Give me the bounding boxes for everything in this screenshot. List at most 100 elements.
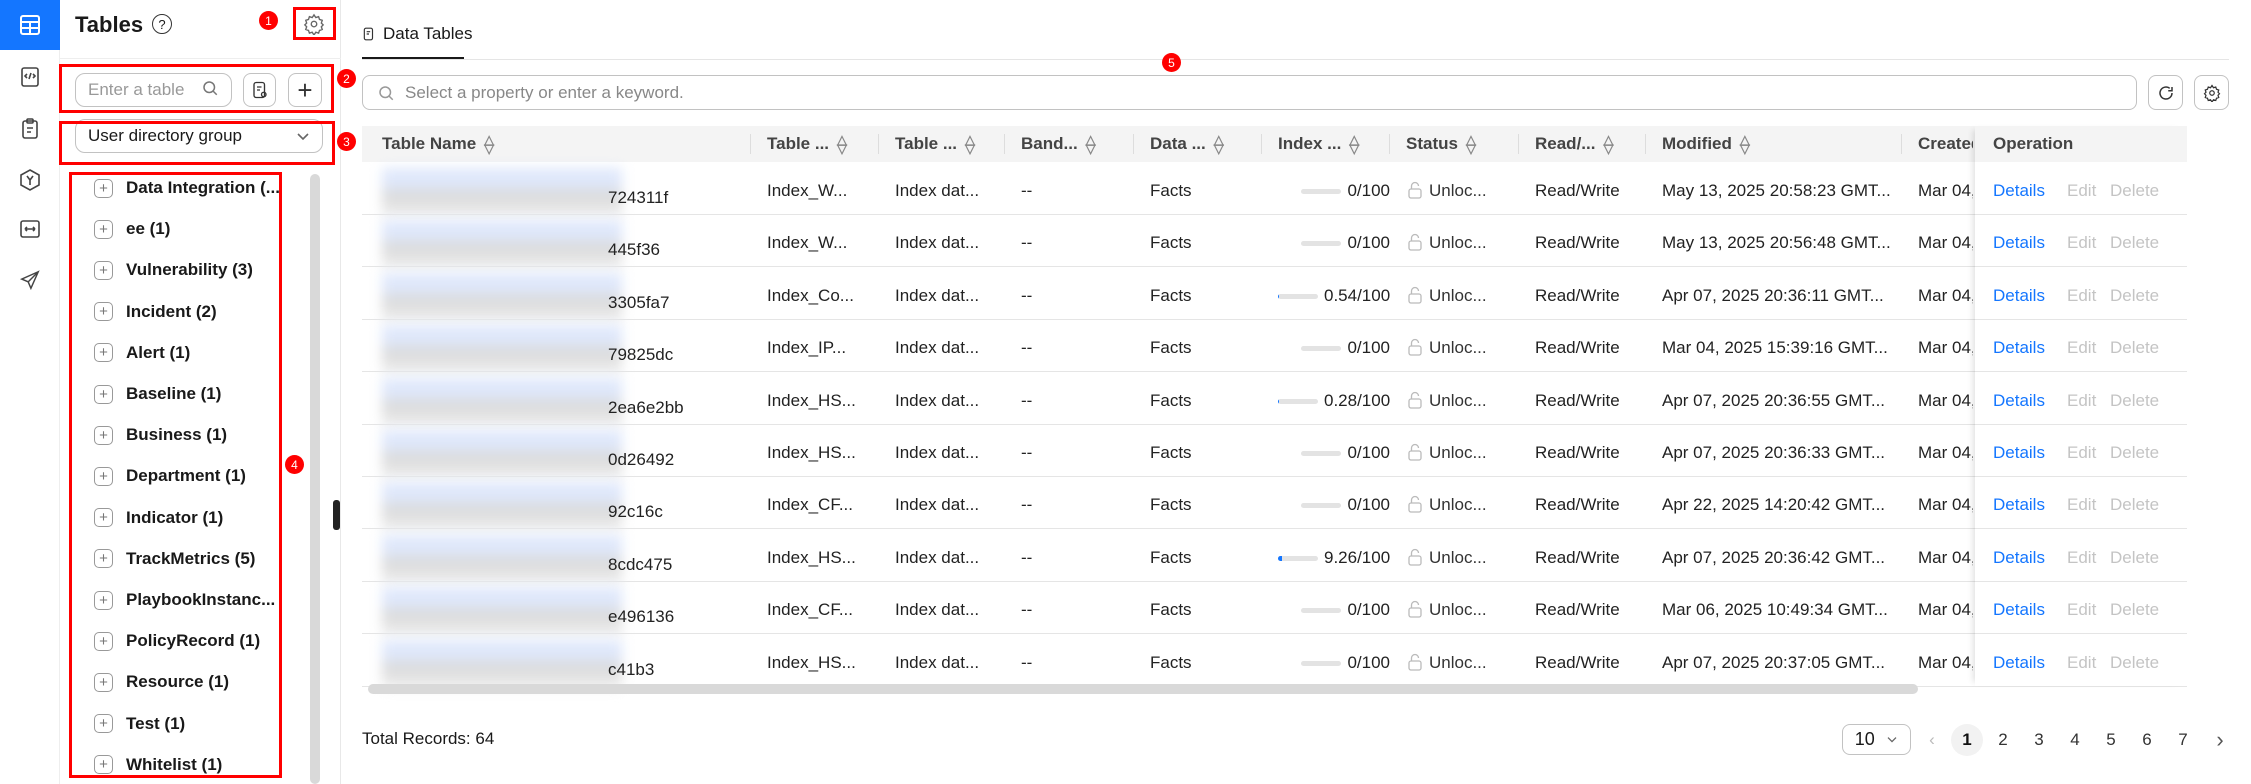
page-2-button[interactable]: 2 bbox=[1987, 724, 2019, 756]
table-horizontal-scrollbar[interactable] bbox=[368, 684, 1918, 694]
created-time: Mar 04, bbox=[1918, 338, 1973, 358]
icon-rail bbox=[0, 0, 60, 784]
column-header-label: Table Name bbox=[382, 134, 477, 153]
index-value: 0.28/100 bbox=[1324, 390, 1391, 410]
next-page-button[interactable]: › bbox=[2204, 724, 2236, 756]
table-name-suffix[interactable]: 92c16c bbox=[608, 502, 663, 522]
sort-icon[interactable]: △ ▽ bbox=[1466, 133, 1476, 155]
created-time: Mar 04, bbox=[1918, 600, 1973, 620]
column-header[interactable]: Created bbox=[1918, 126, 1973, 162]
annotation-badge-3: 3 bbox=[337, 132, 356, 151]
table-name-suffix[interactable]: 724311f bbox=[608, 188, 668, 208]
index-value: 0/100 bbox=[1347, 338, 1390, 358]
table-description: Index dat... bbox=[895, 338, 980, 358]
keyword-search-input[interactable]: Select a property or enter a keyword. bbox=[362, 75, 2137, 110]
blurred-table-name[interactable] bbox=[382, 377, 622, 426]
sort-icon[interactable]: △ ▽ bbox=[965, 133, 975, 155]
column-header[interactable]: Read/... △ ▽ bbox=[1535, 126, 1613, 162]
blurred-table-name[interactable] bbox=[382, 482, 622, 531]
index-value: 0/100 bbox=[1347, 652, 1390, 672]
blurred-table-name[interactable] bbox=[382, 272, 622, 321]
column-header[interactable]: Table ... △ ▽ bbox=[767, 126, 847, 162]
index-progress: 0/100 bbox=[1278, 600, 1390, 620]
sort-icon[interactable]: △ ▽ bbox=[1349, 133, 1359, 155]
code-nav-icon[interactable] bbox=[0, 52, 60, 102]
column-divider bbox=[1004, 134, 1005, 154]
column-header[interactable]: Modified △ ▽ bbox=[1662, 126, 1750, 162]
page-1-button[interactable]: 1 bbox=[1951, 724, 1983, 756]
row-divider bbox=[362, 266, 2187, 268]
column-header[interactable]: Band... △ ▽ bbox=[1021, 126, 1096, 162]
table-type: Index_IP... bbox=[767, 338, 847, 358]
page-size-select[interactable]: 10 bbox=[1842, 724, 1911, 755]
transfer-nav-icon[interactable] bbox=[0, 204, 60, 254]
prev-page-button[interactable]: ‹ bbox=[1916, 724, 1948, 756]
table-name-suffix[interactable]: 79825dc bbox=[608, 345, 673, 365]
unlock-icon bbox=[1408, 653, 1422, 671]
index-progress-bar bbox=[1301, 189, 1342, 195]
blurred-table-name[interactable] bbox=[382, 168, 622, 216]
table-name-suffix[interactable]: e496136 bbox=[608, 607, 674, 627]
unlock-icon bbox=[1408, 601, 1422, 618]
blurred-table-name[interactable] bbox=[382, 587, 622, 636]
table-name-suffix[interactable]: 2ea6e2bb bbox=[608, 398, 684, 418]
status: Unloc... bbox=[1408, 443, 1487, 463]
blurred-table-name[interactable] bbox=[382, 325, 622, 374]
column-header-label: Index ... bbox=[1278, 134, 1342, 153]
table-name-suffix[interactable]: c41b3 bbox=[608, 660, 654, 680]
column-header[interactable]: Table Name △ ▽ bbox=[382, 126, 494, 162]
modified-time: May 13, 2025 20:58:23 GMT... bbox=[1662, 181, 1891, 200]
page-4-button[interactable]: 4 bbox=[2059, 724, 2091, 756]
sort-icon[interactable]: △ ▽ bbox=[1086, 133, 1096, 155]
unlock-icon bbox=[1408, 548, 1422, 566]
table-name-suffix[interactable]: 445f36 bbox=[608, 240, 660, 260]
blurred-table-name[interactable] bbox=[382, 534, 622, 583]
send-nav-icon[interactable] bbox=[0, 255, 60, 305]
page-7-button[interactable]: 7 bbox=[2167, 724, 2199, 756]
refresh-icon bbox=[2158, 85, 2173, 100]
splitter-handle[interactable] bbox=[333, 500, 340, 530]
index-value: 9.26/100 bbox=[1324, 547, 1391, 567]
annotation-box-1 bbox=[293, 7, 336, 40]
page-6-button[interactable]: 6 bbox=[2131, 724, 2163, 756]
column-header[interactable]: Data ... △ ▽ bbox=[1150, 126, 1224, 162]
clipboard-nav-icon[interactable] bbox=[0, 104, 60, 154]
column-header[interactable]: Status △ ▽ bbox=[1406, 126, 1476, 162]
refresh-button[interactable] bbox=[2148, 75, 2183, 110]
column-header-label: Table ... bbox=[767, 134, 830, 153]
sort-icon[interactable]: △ ▽ bbox=[1740, 133, 1750, 155]
column-header[interactable]: Table ... △ ▽ bbox=[895, 126, 975, 162]
help-icon[interactable]: ? bbox=[152, 14, 172, 34]
column-header-label: Band... bbox=[1021, 134, 1078, 153]
status: Unloc... bbox=[1408, 495, 1487, 515]
index-value: 0/100 bbox=[1347, 600, 1390, 620]
column-header[interactable]: Index ... △ ▽ bbox=[1278, 126, 1359, 162]
annotation-badge-5: 5 bbox=[1162, 53, 1181, 72]
column-divider bbox=[1518, 134, 1519, 154]
created-time: Mar 04, bbox=[1918, 443, 1973, 462]
blurred-table-name[interactable] bbox=[382, 639, 622, 688]
tables-nav-icon[interactable] bbox=[0, 0, 60, 50]
blurred-table-name[interactable] bbox=[382, 220, 622, 269]
index-progress-bar bbox=[1278, 293, 1318, 299]
annotation-badge-4: 4 bbox=[285, 455, 304, 474]
hexagon-nav-icon[interactable] bbox=[0, 155, 60, 205]
table-settings-button[interactable] bbox=[2194, 75, 2229, 110]
data-type: Facts bbox=[1150, 285, 1192, 305]
column-header-label: Data ... bbox=[1150, 134, 1206, 153]
column-divider bbox=[1901, 134, 1902, 154]
sidebar-scrollbar[interactable] bbox=[310, 174, 320, 784]
page-5-button[interactable]: 5 bbox=[2095, 724, 2127, 756]
page-3-button[interactable]: 3 bbox=[2023, 724, 2055, 756]
sort-icon[interactable]: △ ▽ bbox=[1214, 133, 1224, 155]
sort-icon[interactable]: △ ▽ bbox=[837, 133, 847, 155]
tab-data-tables[interactable]: Data Tables bbox=[362, 24, 472, 44]
table-name-suffix[interactable]: 8cdc475 bbox=[608, 555, 672, 575]
table-name-suffix[interactable]: 0d26492 bbox=[608, 450, 674, 470]
sort-icon[interactable]: △ ▽ bbox=[1603, 133, 1613, 155]
read-write: Read/Write bbox=[1535, 443, 1620, 462]
table-name-suffix[interactable]: 3305fa7 bbox=[608, 293, 669, 313]
blurred-table-name[interactable] bbox=[382, 430, 622, 478]
chevron-down-icon bbox=[1887, 736, 1897, 743]
sort-icon[interactable]: △ ▽ bbox=[484, 133, 494, 155]
